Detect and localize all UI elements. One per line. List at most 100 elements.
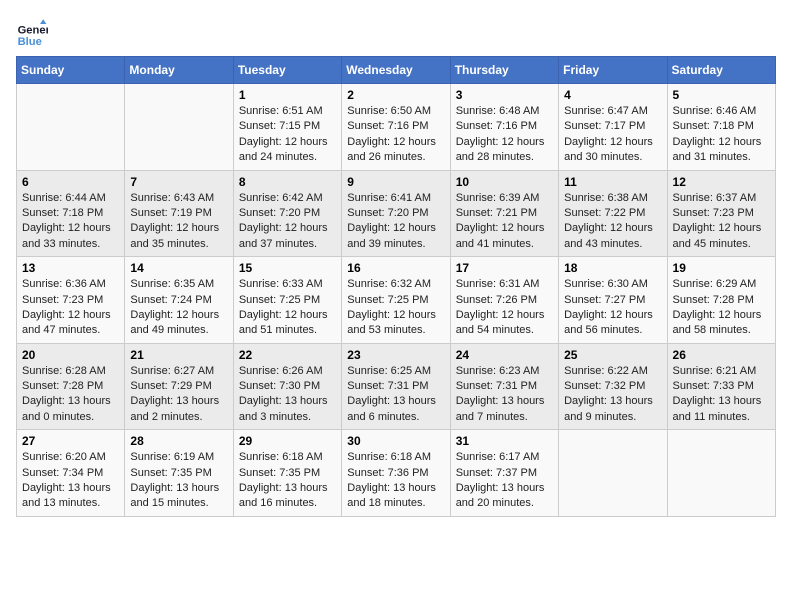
day-cell: 12 Sunrise: 6:37 AMSunset: 7:23 PMDayligh… <box>667 170 775 257</box>
day-number: 23 <box>347 348 444 362</box>
day-info: Sunrise: 6:38 AMSunset: 7:22 PMDaylight:… <box>564 191 661 253</box>
day-cell: 17 Sunrise: 6:31 AMSunset: 7:26 PMDayligh… <box>450 257 558 344</box>
day-number: 4 <box>564 88 661 102</box>
day-info: Sunrise: 6:20 AMSunset: 7:34 PMDaylight:… <box>22 450 119 512</box>
day-info: Sunrise: 6:18 AMSunset: 7:36 PMDaylight:… <box>347 450 444 512</box>
day-cell <box>667 430 775 517</box>
day-info: Sunrise: 6:30 AMSunset: 7:27 PMDaylight:… <box>564 277 661 339</box>
day-number: 21 <box>130 348 227 362</box>
day-number: 27 <box>22 434 119 448</box>
day-info: Sunrise: 6:33 AMSunset: 7:25 PMDaylight:… <box>239 277 336 339</box>
day-cell: 3Sunrise: 6:48 AMSunset: 7:16 PMDaylight… <box>450 84 558 171</box>
day-cell: 22 Sunrise: 6:26 AMSunset: 7:30 PMDayligh… <box>233 343 341 430</box>
day-info: Sunrise: 6:32 AMSunset: 7:25 PMDaylight:… <box>347 277 444 339</box>
day-cell: 21 Sunrise: 6:27 AMSunset: 7:29 PMDayligh… <box>125 343 233 430</box>
day-cell: 5Sunrise: 6:46 AMSunset: 7:18 PMDaylight… <box>667 84 775 171</box>
day-info: Sunrise: 6:23 AMSunset: 7:31 PMDaylight:… <box>456 364 553 426</box>
day-header-saturday: Saturday <box>667 57 775 84</box>
day-number: 22 <box>239 348 336 362</box>
day-info: Sunrise: 6:19 AMSunset: 7:35 PMDaylight:… <box>130 450 227 512</box>
day-number: 14 <box>130 261 227 275</box>
day-cell: 30 Sunrise: 6:18 AMSunset: 7:36 PMDayligh… <box>342 430 450 517</box>
day-cell: 7Sunrise: 6:43 AMSunset: 7:19 PMDaylight… <box>125 170 233 257</box>
day-number: 26 <box>673 348 770 362</box>
day-number: 15 <box>239 261 336 275</box>
day-number: 31 <box>456 434 553 448</box>
day-cell: 25 Sunrise: 6:22 AMSunset: 7:32 PMDayligh… <box>559 343 667 430</box>
day-number: 20 <box>22 348 119 362</box>
day-cell: 13 Sunrise: 6:36 AMSunset: 7:23 PMDayligh… <box>17 257 125 344</box>
day-info: Sunrise: 6:36 AMSunset: 7:23 PMDaylight:… <box>22 277 119 339</box>
day-info: Sunrise: 6:28 AMSunset: 7:28 PMDaylight:… <box>22 364 119 426</box>
day-info: Sunrise: 6:50 AMSunset: 7:16 PMDaylight:… <box>347 104 444 166</box>
day-number: 13 <box>22 261 119 275</box>
day-cell: 19Sunrise: 6:29 AMSunset: 7:28 PMDayligh… <box>667 257 775 344</box>
day-cell: 23 Sunrise: 6:25 AMSunset: 7:31 PMDayligh… <box>342 343 450 430</box>
day-number: 24 <box>456 348 553 362</box>
day-info: Sunrise: 6:43 AMSunset: 7:19 PMDaylight:… <box>130 191 227 253</box>
day-info: Sunrise: 6:35 AMSunset: 7:24 PMDaylight:… <box>130 277 227 339</box>
day-info: Sunrise: 6:39 AMSunset: 7:21 PMDaylight:… <box>456 191 553 253</box>
day-number: 3 <box>456 88 553 102</box>
day-number: 6 <box>22 175 119 189</box>
day-header-friday: Friday <box>559 57 667 84</box>
header: General Blue <box>16 16 776 48</box>
day-cell: 20 Sunrise: 6:28 AMSunset: 7:28 PMDayligh… <box>17 343 125 430</box>
day-cell <box>125 84 233 171</box>
day-info: Sunrise: 6:44 AMSunset: 7:18 PMDaylight:… <box>22 191 119 253</box>
day-info: Sunrise: 6:42 AMSunset: 7:20 PMDaylight:… <box>239 191 336 253</box>
day-header-tuesday: Tuesday <box>233 57 341 84</box>
day-info: Sunrise: 6:31 AMSunset: 7:26 PMDaylight:… <box>456 277 553 339</box>
day-cell: 10Sunrise: 6:39 AMSunset: 7:21 PMDayligh… <box>450 170 558 257</box>
day-info: Sunrise: 6:18 AMSunset: 7:35 PMDaylight:… <box>239 450 336 512</box>
day-header-sunday: Sunday <box>17 57 125 84</box>
day-info: Sunrise: 6:27 AMSunset: 7:29 PMDaylight:… <box>130 364 227 426</box>
page-container: General Blue SundayMondayTuesdayWednesda… <box>16 16 776 517</box>
day-info: Sunrise: 6:22 AMSunset: 7:32 PMDaylight:… <box>564 364 661 426</box>
day-cell: 28 Sunrise: 6:19 AMSunset: 7:35 PMDayligh… <box>125 430 233 517</box>
week-row-1: 6 Sunrise: 6:44 AMSunset: 7:18 PMDaylight… <box>17 170 776 257</box>
day-cell: 1 Sunrise: 6:51 AMSunset: 7:15 PMDaylight… <box>233 84 341 171</box>
day-number: 1 <box>239 88 336 102</box>
svg-text:General: General <box>18 25 48 37</box>
day-info: Sunrise: 6:21 AMSunset: 7:33 PMDaylight:… <box>673 364 770 426</box>
logo: General Blue <box>16 16 48 48</box>
day-cell: 11 Sunrise: 6:38 AMSunset: 7:22 PMDayligh… <box>559 170 667 257</box>
day-info: Sunrise: 6:26 AMSunset: 7:30 PMDaylight:… <box>239 364 336 426</box>
day-number: 30 <box>347 434 444 448</box>
day-number: 18 <box>564 261 661 275</box>
day-number: 9 <box>347 175 444 189</box>
day-cell: 4Sunrise: 6:47 AMSunset: 7:17 PMDaylight… <box>559 84 667 171</box>
day-cell: 31 Sunrise: 6:17 AMSunset: 7:37 PMDayligh… <box>450 430 558 517</box>
week-row-4: 27 Sunrise: 6:20 AMSunset: 7:34 PMDayligh… <box>17 430 776 517</box>
day-number: 28 <box>130 434 227 448</box>
week-row-0: 1 Sunrise: 6:51 AMSunset: 7:15 PMDaylight… <box>17 84 776 171</box>
day-number: 8 <box>239 175 336 189</box>
day-number: 12 <box>673 175 770 189</box>
day-number: 25 <box>564 348 661 362</box>
day-header-monday: Monday <box>125 57 233 84</box>
day-header-thursday: Thursday <box>450 57 558 84</box>
day-info: Sunrise: 6:25 AMSunset: 7:31 PMDaylight:… <box>347 364 444 426</box>
day-cell: 26 Sunrise: 6:21 AMSunset: 7:33 PMDayligh… <box>667 343 775 430</box>
day-info: Sunrise: 6:37 AMSunset: 7:23 PMDaylight:… <box>673 191 770 253</box>
day-info: Sunrise: 6:17 AMSunset: 7:37 PMDaylight:… <box>456 450 553 512</box>
day-cell: 15 Sunrise: 6:33 AMSunset: 7:25 PMDayligh… <box>233 257 341 344</box>
day-info: Sunrise: 6:29 AMSunset: 7:28 PMDaylight:… <box>673 277 770 339</box>
calendar-table: SundayMondayTuesdayWednesdayThursdayFrid… <box>16 56 776 517</box>
day-cell: 8 Sunrise: 6:42 AMSunset: 7:20 PMDaylight… <box>233 170 341 257</box>
day-number: 2 <box>347 88 444 102</box>
day-header-wednesday: Wednesday <box>342 57 450 84</box>
week-row-3: 20 Sunrise: 6:28 AMSunset: 7:28 PMDayligh… <box>17 343 776 430</box>
day-cell: 24 Sunrise: 6:23 AMSunset: 7:31 PMDayligh… <box>450 343 558 430</box>
svg-text:Blue: Blue <box>18 36 42 48</box>
day-number: 17 <box>456 261 553 275</box>
days-header-row: SundayMondayTuesdayWednesdayThursdayFrid… <box>17 57 776 84</box>
day-cell: 16 Sunrise: 6:32 AMSunset: 7:25 PMDayligh… <box>342 257 450 344</box>
day-number: 11 <box>564 175 661 189</box>
day-number: 5 <box>673 88 770 102</box>
day-cell <box>17 84 125 171</box>
logo-icon: General Blue <box>16 16 48 48</box>
day-number: 16 <box>347 261 444 275</box>
day-info: Sunrise: 6:51 AMSunset: 7:15 PMDaylight:… <box>239 104 336 166</box>
